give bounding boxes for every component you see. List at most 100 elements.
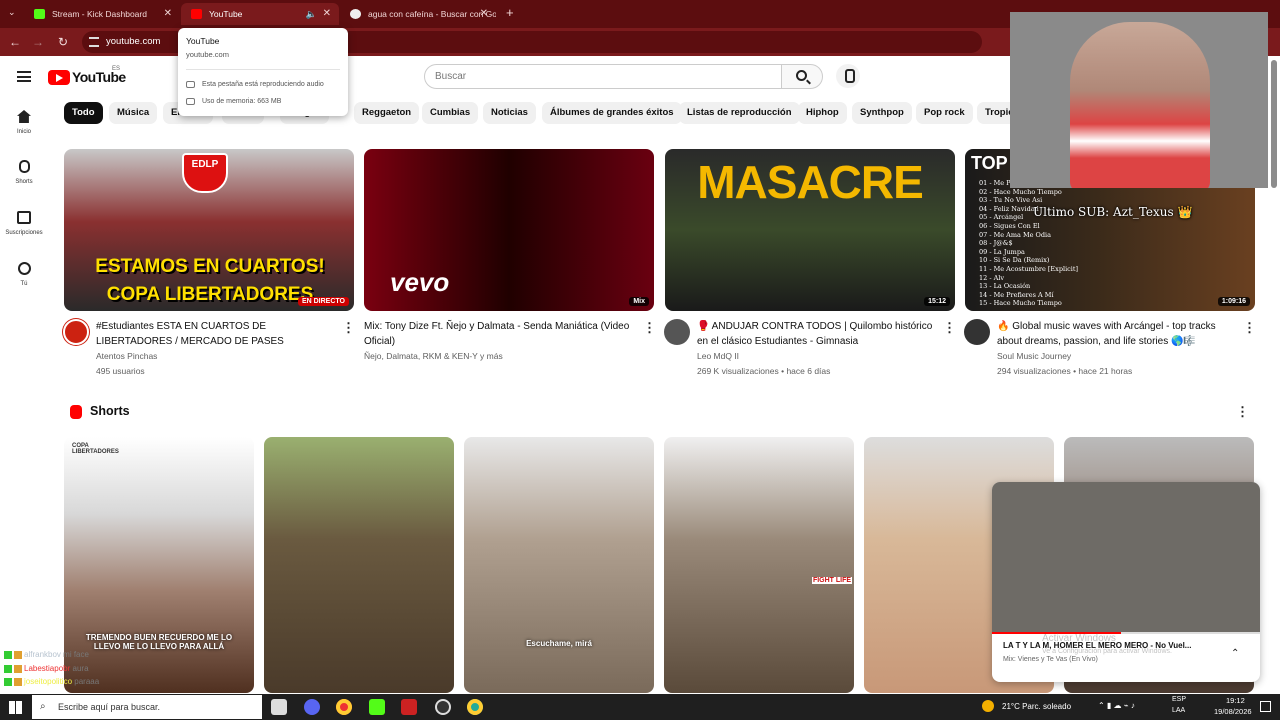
speaker-icon[interactable]: 🔈 xyxy=(306,3,317,25)
url-text: youtube.com xyxy=(106,36,161,47)
close-icon[interactable]: ✕ xyxy=(323,3,331,25)
chip-musica[interactable]: Música xyxy=(109,102,158,124)
video-thumbnail[interactable]: MASACRE 15:12 xyxy=(665,149,955,311)
short-thumbnail[interactable] xyxy=(264,437,454,693)
channel-name[interactable]: Ñejo, Dalmata, RKM & KEN-Y y más xyxy=(364,349,604,364)
page-scrollbar[interactable] xyxy=(1271,60,1277,188)
search-input[interactable]: Buscar xyxy=(424,64,782,89)
kick-app-icon[interactable] xyxy=(369,699,385,715)
chip-todo[interactable]: Todo xyxy=(64,102,103,124)
obs-icon[interactable] xyxy=(435,699,451,715)
sidebar-item-subscriptions[interactable]: Suscripciones xyxy=(0,211,48,236)
track-item: 07 - Me Ama Me Odia xyxy=(979,230,1051,239)
keyboard-layout[interactable]: LAA xyxy=(1172,707,1185,714)
youtube-icon xyxy=(191,9,202,19)
google-icon xyxy=(350,9,361,19)
language-indicator[interactable]: ESP xyxy=(1172,696,1186,703)
video-thumbnail[interactable]: vevo Mix xyxy=(364,149,654,311)
discord-icon[interactable] xyxy=(304,699,320,715)
short-thumbnail[interactable]: FIGHT LIFE xyxy=(664,437,854,693)
tab-youtube[interactable]: YouTube 🔈 ✕ xyxy=(181,3,339,25)
chip-hiphop[interactable]: Hiphop xyxy=(798,102,847,124)
sub-badge-icon xyxy=(14,651,22,659)
chip-reggaeton[interactable]: Reggaeton xyxy=(354,102,420,124)
video-title[interactable]: 🥊 ANDUJAR CONTRA TODOS | Quilombo histór… xyxy=(697,320,937,349)
chip-cumbias[interactable]: Cumbias xyxy=(422,102,479,124)
short-caption: Escuchame, mirá xyxy=(526,639,592,648)
chrome-icon-2[interactable] xyxy=(467,699,483,715)
forward-icon[interactable]: → xyxy=(30,34,46,50)
tab-google-search[interactable]: agua con cafeína - Buscar con Goo ✕ xyxy=(340,3,496,25)
chat-text: paraaa xyxy=(74,677,100,686)
memory-icon xyxy=(186,98,195,105)
kick-icon xyxy=(34,9,45,19)
chip-listas[interactable]: Listas de reproducción xyxy=(679,102,800,124)
more-options-icon[interactable] xyxy=(943,320,956,336)
close-icon[interactable]: ✕ xyxy=(164,3,172,25)
taskbar-search-input[interactable]: ⌕ Escribe aquí para buscar. xyxy=(32,695,262,719)
thumbnail-text: MASACRE xyxy=(697,156,924,208)
sidebar-item-shorts[interactable]: Shorts xyxy=(0,160,48,185)
windows-start-icon[interactable] xyxy=(9,701,22,714)
channel-avatar[interactable] xyxy=(664,319,690,345)
more-options-icon[interactable] xyxy=(643,320,656,336)
notifications-icon[interactable] xyxy=(1260,701,1271,712)
tab-search-dropdown[interactable]: ⌄ xyxy=(8,7,16,18)
webcam-overlay xyxy=(1010,12,1268,188)
short-thumbnail[interactable]: Escuchame, mirá xyxy=(464,437,654,693)
chat-user: joseitopolitico xyxy=(24,677,73,686)
sidebar-item-you[interactable]: Tú xyxy=(0,262,48,287)
search-button[interactable] xyxy=(781,64,823,89)
short-overlay-text: COPA LIBERTADORES xyxy=(72,443,119,455)
chip-synthpop[interactable]: Synthpop xyxy=(852,102,912,124)
video-thumbnail[interactable]: EDLP ESTAMOS EN CUARTOS! COPA LIBERTADOR… xyxy=(64,149,354,311)
activate-windows-title: Activar Windows xyxy=(1042,633,1116,644)
new-tab-button[interactable]: + xyxy=(506,5,514,20)
chip-noticias[interactable]: Noticias xyxy=(483,102,536,124)
hover-card-title: YouTube xyxy=(186,36,220,46)
weather-icon xyxy=(982,700,994,712)
app-icon-red[interactable] xyxy=(401,699,417,715)
clock-time[interactable]: 19:12 xyxy=(1226,696,1245,705)
video-title[interactable]: 🔥 Global music waves with Arcángel - top… xyxy=(997,320,1237,349)
weather-text[interactable]: 21°C Parc. soleado xyxy=(1002,702,1071,711)
site-info-icon[interactable] xyxy=(89,37,99,47)
reload-icon[interactable]: ↻ xyxy=(55,34,71,50)
close-icon[interactable]: ✕ xyxy=(480,3,488,25)
more-options-icon[interactable] xyxy=(342,320,355,336)
chip-pop-rock[interactable]: Pop rock xyxy=(916,102,973,124)
sidebar-item-home[interactable]: Inicio xyxy=(0,110,48,135)
stream-chat-overlay: alfrankbov mi face Labestiapobr aura jos… xyxy=(4,648,99,689)
task-view-icon[interactable] xyxy=(271,699,287,715)
video-title[interactable]: #Estudiantes ESTA EN CUARTOS DE LIBERTAD… xyxy=(96,320,336,349)
hamburger-menu-icon[interactable] xyxy=(17,71,31,82)
audio-icon xyxy=(186,81,195,88)
shorts-more-options-icon[interactable] xyxy=(1236,404,1249,420)
chat-message: alfrankbov mi face xyxy=(4,648,99,662)
track-item: 10 - Si Se Da (Remix) xyxy=(979,256,1050,265)
streamer-silhouette xyxy=(1070,22,1210,188)
channel-name[interactable]: Atentos Pinchas xyxy=(96,349,336,364)
tray-icons[interactable]: ⌃ ▮ ☁ ⌁ ♪ xyxy=(1098,701,1135,710)
track-item: 15 - Hace Mucho Tiempo xyxy=(979,299,1062,308)
miniplayer-progress[interactable] xyxy=(992,632,1260,634)
chat-user: Labestiapobr xyxy=(24,663,71,673)
chat-user: alfrankbov xyxy=(24,650,61,659)
chip-albumes[interactable]: Álbumes de grandes éxitos xyxy=(542,102,682,124)
youtube-logo[interactable]: YouTube ES xyxy=(48,66,126,85)
channel-avatar[interactable] xyxy=(964,319,990,345)
channel-name[interactable]: Leo MdQ II xyxy=(697,349,937,364)
miniplayer-video[interactable] xyxy=(992,482,1260,632)
hover-card-domain: youtube.com xyxy=(186,50,229,59)
chrome-icon[interactable] xyxy=(336,699,352,715)
channel-avatar[interactable] xyxy=(63,319,89,345)
back-icon[interactable]: ← xyxy=(7,34,23,50)
voice-search-button[interactable] xyxy=(836,64,860,88)
channel-name[interactable]: Soul Music Journey xyxy=(997,349,1237,364)
chevron-up-icon[interactable]: ⌃ xyxy=(1231,648,1239,659)
more-options-icon[interactable] xyxy=(1243,320,1256,336)
video-title[interactable]: Mix: Tony Dize Ft. Ñejo y Dalmata - Send… xyxy=(364,320,634,349)
tab-kick-dashboard[interactable]: Stream - Kick Dashboard ✕ xyxy=(24,3,180,25)
taskbar-search-placeholder: Escribe aquí para buscar. xyxy=(58,702,161,712)
clock-date[interactable]: 19/08/2026 xyxy=(1214,707,1252,716)
